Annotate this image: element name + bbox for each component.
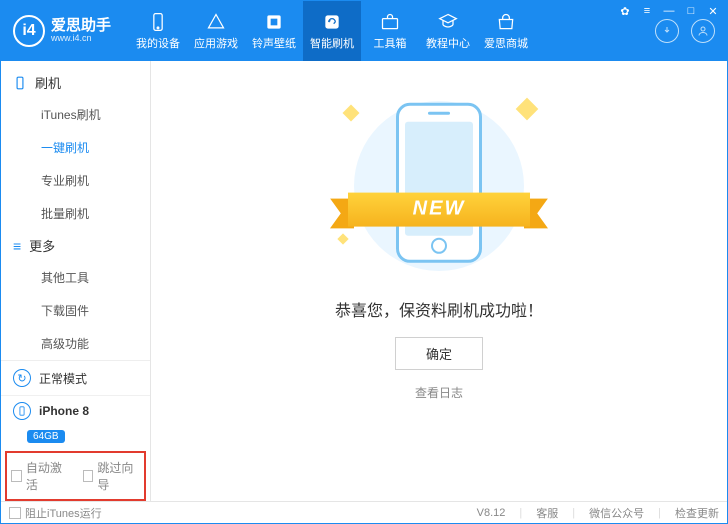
minimize-icon[interactable]: — (659, 3, 679, 19)
check-update-link[interactable]: 检查更新 (675, 505, 719, 521)
sidebar-item-oneclick-flash[interactable]: 一键刷机 (1, 131, 150, 164)
nav-label: 应用游戏 (194, 35, 238, 51)
nav-ring-wall[interactable]: 铃声壁纸 (245, 1, 303, 61)
sidebar-group-flash[interactable]: 刷机 (1, 67, 150, 98)
nav-smart-flash[interactable]: 智能刷机 (303, 1, 361, 61)
app-url: www.i4.cn (51, 34, 111, 44)
refresh-icon: ↻ (13, 369, 31, 387)
ribbon-text: NEW (413, 198, 466, 221)
main-content: NEW 恭喜您，保资料刷机成功啦！ 确定 查看日志 (151, 61, 727, 501)
maximize-icon[interactable]: □ (681, 3, 701, 19)
device-storage-badge: 64GB (27, 430, 65, 443)
checkbox-skip-guide[interactable]: 跳过向导 (83, 459, 141, 493)
sidebar-group-more[interactable]: ≡ 更多 (1, 230, 150, 261)
sidebar-item-other-tools[interactable]: 其他工具 (1, 261, 150, 294)
mode-indicator[interactable]: ↻ 正常模式 (1, 361, 150, 396)
checkbox-icon (83, 470, 94, 482)
sidebar-item-batch-flash[interactable]: 批量刷机 (1, 197, 150, 230)
skin-icon[interactable]: ✿ (615, 3, 635, 19)
more-icon: ≡ (13, 238, 21, 254)
sidebar-item-advanced[interactable]: 高级功能 (1, 327, 150, 360)
nav-store[interactable]: 爱思商城 (477, 1, 535, 61)
nav-toolbox[interactable]: 工具箱 (361, 1, 419, 61)
options-highlight: 自动激活 跳过向导 (5, 451, 146, 501)
nav-label: 我的设备 (136, 35, 180, 51)
user-icon[interactable] (691, 19, 715, 43)
main-nav: 我的设备 应用游戏 铃声壁纸 智能刷机 工具箱 教程中心 爱思商城 (129, 1, 535, 61)
version-label: V8.12 (477, 507, 506, 519)
sidebar-item-pro-flash[interactable]: 专业刷机 (1, 164, 150, 197)
checkbox-label: 自动激活 (26, 459, 69, 493)
logo-icon: i4 (13, 15, 45, 47)
device-row[interactable]: iPhone 8 (1, 396, 150, 428)
device-phone-icon (13, 402, 31, 420)
app-logo: i4 爱思助手 www.i4.cn (1, 15, 129, 47)
download-icon[interactable] (655, 19, 679, 43)
nav-label: 教程中心 (426, 35, 470, 51)
checkbox-label: 跳过向导 (97, 459, 140, 493)
checkbox-icon (9, 507, 21, 519)
nav-tutorial[interactable]: 教程中心 (419, 1, 477, 61)
sidebar-group-title: 更多 (29, 236, 55, 255)
checkbox-label: 阻止iTunes运行 (25, 505, 102, 521)
sidebar-item-itunes-flash[interactable]: iTunes刷机 (1, 98, 150, 131)
menu-icon[interactable]: ≡ (637, 3, 657, 19)
ok-button[interactable]: 确定 (395, 337, 483, 370)
wechat-link[interactable]: 微信公众号 (589, 505, 644, 521)
nav-apps[interactable]: 应用游戏 (187, 1, 245, 61)
success-illustration: NEW (339, 91, 539, 281)
support-link[interactable]: 客服 (536, 505, 558, 521)
window-controls: ✿ ≡ — □ ✕ (615, 3, 723, 19)
nav-my-device[interactable]: 我的设备 (129, 1, 187, 61)
nav-label: 工具箱 (374, 35, 407, 51)
checkbox-block-itunes[interactable]: 阻止iTunes运行 (9, 505, 102, 521)
app-header: i4 爱思助手 www.i4.cn 我的设备 应用游戏 铃声壁纸 智能刷机 工具… (1, 1, 727, 61)
nav-label: 爱思商城 (484, 35, 528, 51)
checkbox-icon (11, 470, 22, 482)
phone-icon (13, 76, 27, 90)
checkbox-auto-activate[interactable]: 自动激活 (11, 459, 69, 493)
app-title: 爱思助手 (51, 18, 111, 35)
view-log-link[interactable]: 查看日志 (415, 384, 463, 401)
sidebar-item-download-fw[interactable]: 下载固件 (1, 294, 150, 327)
mode-label: 正常模式 (39, 370, 87, 387)
sidebar-group-title: 刷机 (35, 73, 61, 92)
device-name: iPhone 8 (39, 404, 89, 418)
sidebar: 刷机 iTunes刷机 一键刷机 专业刷机 批量刷机 ≡ 更多 其他工具 下载固… (1, 61, 151, 501)
nav-label: 铃声壁纸 (252, 35, 296, 51)
nav-label: 智能刷机 (310, 35, 354, 51)
success-message: 恭喜您，保资料刷机成功啦！ (335, 297, 543, 321)
close-icon[interactable]: ✕ (703, 3, 723, 19)
